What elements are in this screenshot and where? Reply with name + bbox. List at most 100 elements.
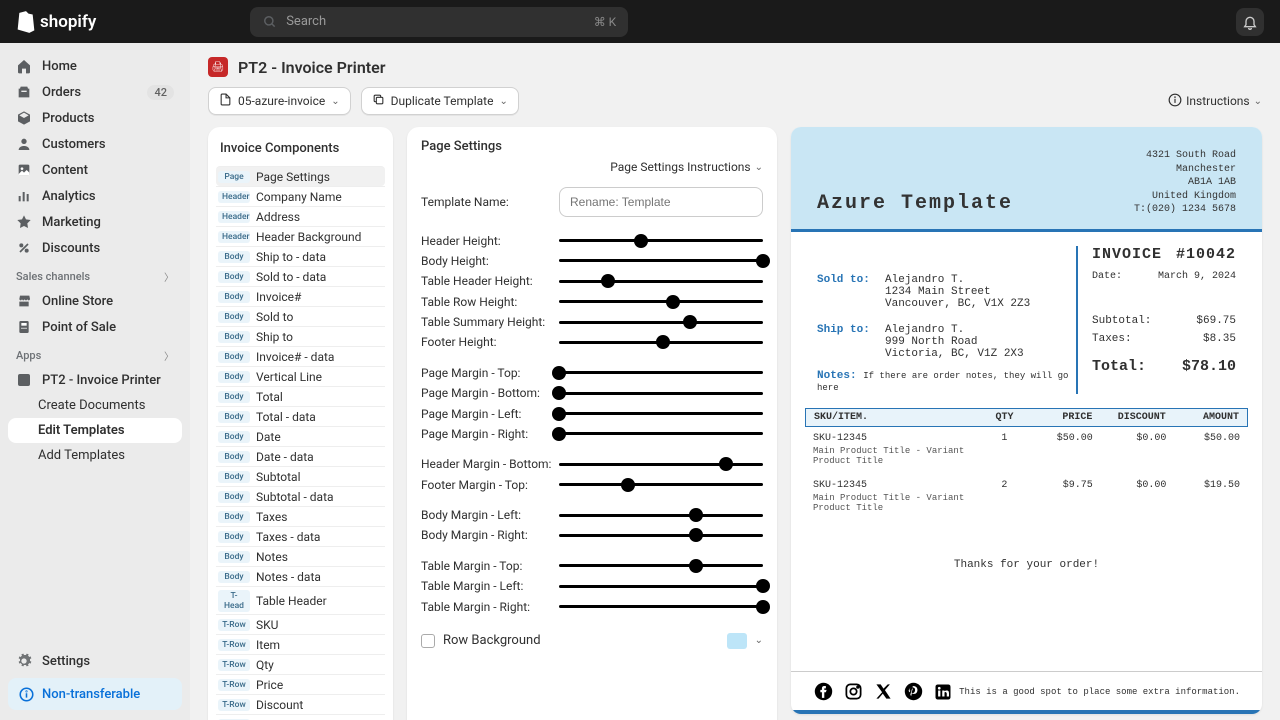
nav-online-store[interactable]: Online Store (8, 288, 182, 314)
nav-orders[interactable]: Orders42 (8, 79, 182, 105)
template-select[interactable]: 05-azure-invoice ⌄ (208, 87, 351, 115)
component-qty[interactable]: T-RowQty (216, 654, 385, 674)
slider-table-margin-right-: Table Margin - Right: (421, 596, 763, 616)
slider[interactable] (559, 407, 763, 421)
nav-add-templates[interactable]: Add Templates (8, 443, 182, 468)
component-date[interactable]: BodyDate (216, 426, 385, 446)
component-sold-to-data[interactable]: BodySold to - data (216, 266, 385, 286)
component-sold-to[interactable]: BodySold to (216, 306, 385, 326)
component-address[interactable]: HeaderAddress (216, 206, 385, 226)
app-icon: 🖨 (208, 57, 228, 77)
kbd-shortcut: ⌘ K (594, 15, 617, 29)
nav-edit-templates[interactable]: Edit Templates (8, 418, 182, 443)
page-settings-instructions[interactable]: Page Settings Instructions ⌄ (610, 160, 763, 174)
slider-body-margin-left-: Body Margin - Left: (421, 505, 763, 525)
instagram-icon (843, 682, 863, 702)
component-ship-to[interactable]: BodyShip to (216, 326, 385, 346)
component-item[interactable]: T-RowItem (216, 634, 385, 654)
row-background-setting[interactable]: Row Background ⌄ (421, 627, 763, 655)
nav-discounts[interactable]: Discounts (8, 235, 182, 261)
preview-template-title: Azure Template (817, 192, 1013, 217)
search-icon (262, 14, 278, 30)
slider-table-header-height-: Table Header Height: (421, 271, 763, 291)
nav-products[interactable]: Products (8, 105, 182, 131)
component-subtotal[interactable]: BodySubtotal (216, 466, 385, 486)
settings-panel: Page Settings Page Settings Instructions… (407, 127, 777, 720)
component-notes-data[interactable]: BodyNotes - data (216, 566, 385, 586)
slider[interactable] (559, 335, 763, 349)
slider[interactable] (559, 295, 763, 309)
component-invoice-[interactable]: BodyInvoice# (216, 286, 385, 306)
instructions-link[interactable]: Instructions ⌄ (1168, 93, 1262, 110)
component-discount[interactable]: T-RowDiscount (216, 694, 385, 714)
notifications-button[interactable] (1236, 8, 1264, 36)
gear-icon (16, 653, 32, 669)
slider[interactable] (559, 478, 763, 492)
component-total[interactable]: BodyTotal (216, 386, 385, 406)
slider[interactable] (559, 457, 763, 471)
nav-analytics[interactable]: Analytics (8, 183, 182, 209)
slider[interactable] (559, 315, 763, 329)
slider-page-margin-right-: Page Margin - Right: (421, 424, 763, 444)
template-name-input[interactable] (559, 187, 763, 217)
nav-marketing[interactable]: Marketing (8, 209, 182, 235)
chevron-down-icon: ⌄ (1254, 96, 1262, 107)
nav-home[interactable]: Home (8, 53, 182, 79)
home-icon (16, 58, 32, 74)
topbar: shopify Search ⌘ K (0, 0, 1280, 43)
marketing-icon (16, 214, 32, 230)
component-sku[interactable]: T-RowSKU (216, 614, 385, 634)
component-company-name[interactable]: HeaderCompany Name (216, 186, 385, 206)
component-taxes-data[interactable]: BodyTaxes - data (216, 526, 385, 546)
customers-icon (16, 136, 32, 152)
components-title: Invoice Components (216, 139, 385, 166)
apps-header[interactable]: Apps〉 (8, 340, 182, 367)
slider[interactable] (559, 600, 763, 614)
slider[interactable] (559, 559, 763, 573)
slider[interactable] (559, 579, 763, 593)
non-transferable-badge[interactable]: Non-transferable (8, 678, 182, 710)
components-panel: Invoice Components PagePage SettingsHead… (208, 127, 393, 720)
slider[interactable] (559, 274, 763, 288)
pos-icon (16, 319, 32, 335)
chevron-down-icon: ⌄ (755, 635, 763, 646)
nav-customers[interactable]: Customers (8, 131, 182, 157)
duplicate-button[interactable]: Duplicate Template ⌄ (361, 87, 519, 115)
component-table-header[interactable]: T-HeadTable Header (216, 586, 385, 614)
slider[interactable] (559, 254, 763, 268)
settings-link[interactable]: Settings (8, 648, 182, 674)
component-price[interactable]: T-RowPrice (216, 674, 385, 694)
component-date-data[interactable]: BodyDate - data (216, 446, 385, 466)
slider[interactable] (559, 427, 763, 441)
component-total-data[interactable]: BodyTotal - data (216, 406, 385, 426)
discounts-icon (16, 240, 32, 256)
info-icon (18, 686, 34, 702)
slider[interactable] (559, 508, 763, 522)
badge: 42 (147, 85, 174, 100)
checkbox[interactable] (421, 634, 435, 648)
page-title: PT2 - Invoice Printer (238, 58, 386, 77)
slider-page-margin-top-: Page Margin - Top: (421, 363, 763, 383)
settings-title: Page Settings (421, 139, 502, 154)
nav-create-documents[interactable]: Create Documents (8, 393, 182, 418)
component-vertical-line[interactable]: BodyVertical Line (216, 366, 385, 386)
nav-content[interactable]: Content (8, 157, 182, 183)
component-taxes[interactable]: BodyTaxes (216, 506, 385, 526)
component-notes[interactable]: BodyNotes (216, 546, 385, 566)
component-subtotal-data[interactable]: BodySubtotal - data (216, 486, 385, 506)
search-input[interactable]: Search ⌘ K (250, 7, 628, 37)
nav-point-of-sale[interactable]: Point of Sale (8, 314, 182, 340)
sales-channels-header[interactable]: Sales channels〉 (8, 261, 182, 288)
component-amount[interactable]: T-RowAmount (216, 714, 385, 720)
component-ship-to-data[interactable]: BodyShip to - data (216, 246, 385, 266)
slider[interactable] (559, 528, 763, 542)
slider[interactable] (559, 366, 763, 380)
slider[interactable] (559, 234, 763, 248)
component-page-settings[interactable]: PagePage Settings (216, 166, 385, 186)
component-header-background[interactable]: HeaderHeader Background (216, 226, 385, 246)
preview-address: 4321 South RoadManchesterAB1A 1ABUnited … (1134, 149, 1236, 217)
slider[interactable] (559, 386, 763, 400)
component-invoice-data[interactable]: BodyInvoice# - data (216, 346, 385, 366)
color-swatch[interactable] (727, 633, 747, 649)
nav-pt2-invoice-printer[interactable]: PT2 - Invoice Printer (8, 367, 182, 393)
